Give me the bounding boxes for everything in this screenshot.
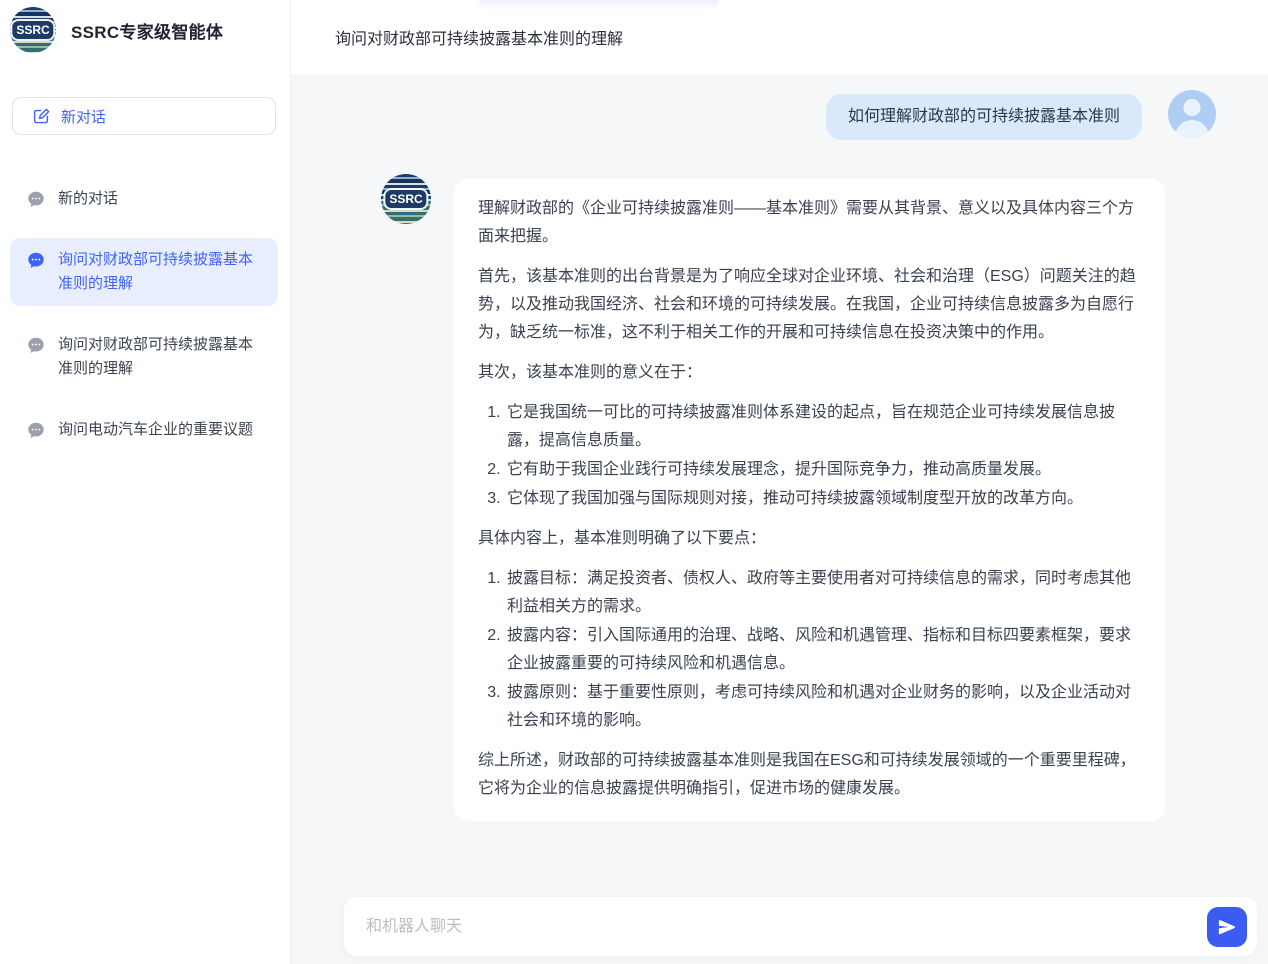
sidebar: SSRC SSRC专家级智能体 新对话 新的对话 — [0, 0, 291, 964]
bot-paragraph: 理解财政部的《企业可持续披露准则——基本准则》需要从其背景、意义以及具体内容三个… — [478, 195, 1141, 251]
list-item: 披露内容：引入国际通用的治理、战略、风险和机遇管理、指标和目标四要素框架，要求企… — [505, 622, 1141, 678]
send-button[interactable] — [1207, 907, 1247, 947]
logo-badge: SSRC — [12, 21, 53, 39]
chat-input[interactable] — [366, 918, 1207, 936]
scrolled-content-remnant — [479, 0, 719, 11]
bot-paragraph: 具体内容上，基本准则明确了以下要点： — [478, 525, 1141, 553]
new-chat-label: 新对话 — [61, 106, 106, 127]
app-title: SSRC专家级智能体 — [71, 18, 223, 43]
list-item: 它是我国统一可比的可持续披露准则体系建设的起点，旨在规范企业可持续发展信息披露，… — [505, 399, 1141, 455]
list-item: 它有助于我国企业践行可持续发展理念，提升国际竞争力，推动高质量发展。 — [505, 456, 1141, 484]
bot-message-row: SSRC 理解财政部的《企业可持续披露准则——基本准则》需要从其背景、意义以及具… — [381, 179, 1268, 821]
message-scroll-region[interactable]: 如何理解财政部的可持续披露基本准则 SSRC 理解财政部的《企业可持续披露准则—… — [291, 74, 1268, 911]
chat-area: 如何理解财政部的可持续披露基本准则 SSRC 理解财政部的《企业可持续披露准则—… — [291, 74, 1268, 964]
brand: SSRC SSRC专家级智能体 — [10, 5, 278, 53]
chat-bubble-icon — [27, 251, 45, 269]
conversation-label: 询问对财政部可持续披露基本准则的理解 — [58, 333, 266, 381]
bot-paragraph: 综上所述，财政部的可持续披露基本准则是我国在ESG和可持续发展领域的一个重要里程… — [478, 747, 1141, 803]
conversation-item-3[interactable]: 询问对财政部可持续披露基本准则的理解 — [10, 323, 278, 391]
chat-bubble-icon — [27, 336, 45, 354]
chat-title: 询问对财政部可持续披露基本准则的理解 — [335, 25, 623, 49]
bot-list-significance: 它是我国统一可比的可持续披露准则体系建设的起点，旨在规范企业可持续发展信息披露，… — [478, 399, 1141, 513]
bot-avatar-ssrc-logo: SSRC — [381, 174, 431, 224]
chat-bubble-icon — [27, 190, 45, 208]
bot-paragraph: 其次，该基本准则的意义在于： — [478, 359, 1141, 387]
conversation-list: 新的对话 询问对财政部可持续披露基本准则的理解 询问对财政部可持续披露基本准则的… — [10, 177, 278, 452]
app-window: SSRC SSRC专家级智能体 新对话 新的对话 — [0, 0, 1268, 964]
bot-list-key-points: 披露目标：满足投资者、债权人、政府等主要使用者对可持续信息的需求，同时考虑其他利… — [478, 565, 1141, 735]
new-chat-button[interactable]: 新对话 — [12, 97, 276, 135]
user-message-row: 如何理解财政部的可持续披露基本准则 — [291, 94, 1216, 140]
main-panel: 询问对财政部可持续披露基本准则的理解 如何理解财政部的可持续披露基本准则 SSR… — [291, 0, 1268, 964]
send-icon — [1217, 917, 1237, 937]
logo-badge: SSRC — [385, 190, 426, 208]
compose-icon — [32, 107, 50, 125]
list-item: 披露目标：满足投资者、债权人、政府等主要使用者对可持续信息的需求，同时考虑其他利… — [505, 565, 1141, 621]
conversation-label: 询问对财政部可持续披露基本准则的理解 — [58, 248, 266, 296]
conversation-label: 询问电动汽车企业的重要议题 — [58, 418, 253, 442]
chat-bubble-icon — [27, 421, 45, 439]
conversation-item-2-active[interactable]: 询问对财政部可持续披露基本准则的理解 — [10, 238, 278, 306]
user-message-bubble: 如何理解财政部的可持续披露基本准则 — [826, 94, 1142, 140]
list-item: 披露原则：基于重要性原则，考虑可持续风险和机遇对企业财务的影响，以及企业活动对社… — [505, 679, 1141, 735]
conversation-item-4[interactable]: 询问电动汽车企业的重要议题 — [10, 408, 278, 452]
conversation-label: 新的对话 — [58, 187, 118, 211]
conversation-item-1[interactable]: 新的对话 — [10, 177, 278, 221]
list-item: 它体现了我国加强与国际规则对接，推动可持续披露领域制度型开放的改革方向。 — [505, 485, 1141, 513]
chat-header: 询问对财政部可持续披露基本准则的理解 — [291, 0, 1268, 74]
ssrc-logo-icon: SSRC — [10, 7, 56, 53]
bot-paragraph: 首先，该基本准则的出台背景是为了响应全球对企业环境、社会和治理（ESG）问题关注… — [478, 263, 1141, 347]
user-avatar-icon — [1168, 90, 1216, 138]
message-composer — [344, 897, 1257, 956]
bot-message-bubble: 理解财政部的《企业可持续披露准则——基本准则》需要从其背景、意义以及具体内容三个… — [454, 179, 1165, 821]
